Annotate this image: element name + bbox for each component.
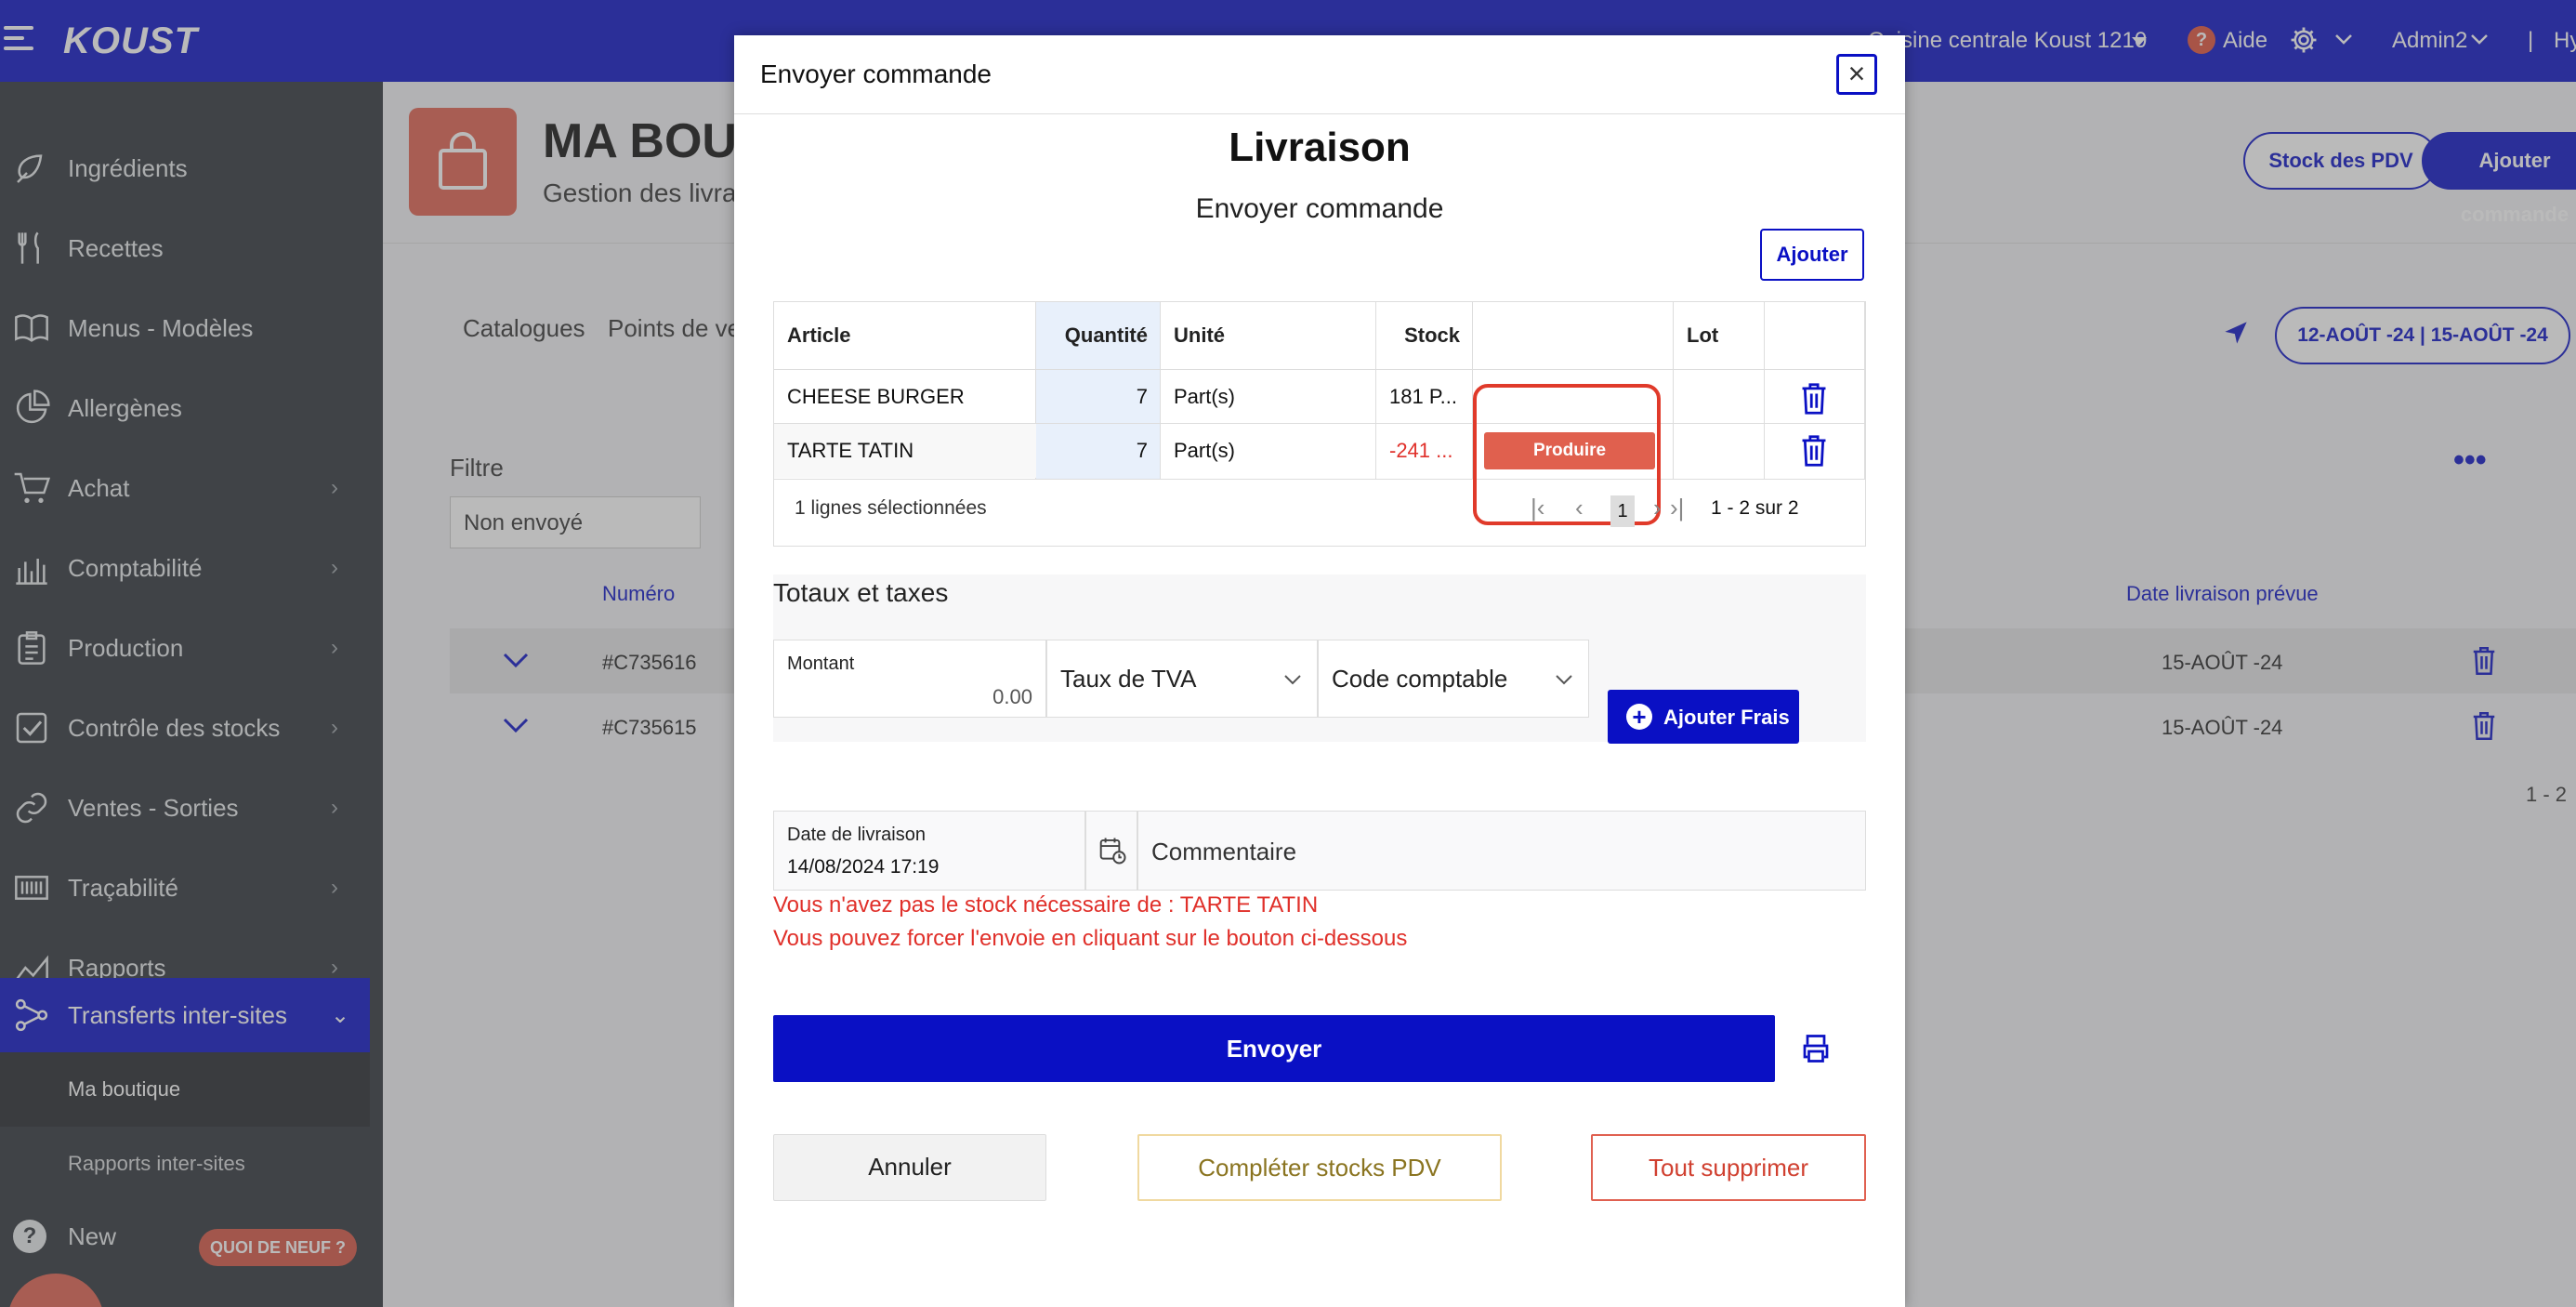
header-action: [1473, 302, 1499, 369]
cancel-button[interactable]: Annuler: [773, 1134, 1046, 1201]
amount-label: Montant: [787, 654, 855, 674]
modal-heading: Livraison: [1229, 125, 1411, 170]
cell-stock-negative: -241 ...: [1389, 439, 1453, 462]
error-message: Vous pouvez forcer l'envoie en cliquant …: [773, 926, 1408, 951]
calendar-button[interactable]: [1085, 811, 1137, 891]
account-code-select[interactable]: Code comptable: [1318, 640, 1589, 718]
error-message: Vous n'avez pas le stock nécessaire de :…: [773, 892, 1319, 918]
send-button[interactable]: Envoyer: [773, 1015, 1775, 1082]
last-page-icon[interactable]: ›|: [1670, 494, 1684, 522]
cell-quantite[interactable]: 7: [1036, 425, 1161, 477]
next-page-icon[interactable]: ›: [1653, 494, 1662, 522]
comment-placeholder: Commentaire: [1151, 838, 1297, 865]
selection-count: 1 lignes sélectionnées: [795, 497, 987, 519]
chevron-down-icon: [1284, 675, 1301, 685]
delivery-date-field[interactable]: Date de livraison 14/08/2024 17:19: [773, 811, 1085, 891]
prev-page-icon[interactable]: ‹: [1575, 494, 1584, 522]
vat-rate-select[interactable]: Taux de TVA: [1046, 640, 1318, 718]
cell-unite[interactable]: Part(s): [1161, 371, 1376, 423]
cell-unite[interactable]: Part(s): [1161, 425, 1376, 477]
current-page[interactable]: 1: [1610, 495, 1635, 527]
print-icon[interactable]: [1799, 1032, 1833, 1065]
add-fees-button[interactable]: + Ajouter Frais: [1608, 690, 1799, 744]
first-page-icon[interactable]: |‹: [1531, 494, 1544, 522]
header-quantite[interactable]: Quantité: [1036, 302, 1161, 369]
close-icon[interactable]: ×: [1836, 54, 1877, 95]
send-order-modal: Envoyer commande × Livraison Envoyer com…: [734, 35, 1905, 1307]
cell-article[interactable]: CHEESE BURGER: [774, 371, 1036, 423]
divider: [734, 113, 1905, 114]
complete-stock-button[interactable]: Compléter stocks PDV: [1137, 1134, 1502, 1201]
delivery-date-value: 14/08/2024 17:19: [787, 856, 940, 878]
delivery-date-label: Date de livraison: [787, 825, 926, 845]
cell-article[interactable]: TARTE TATIN: [774, 425, 1036, 477]
vat-rate-placeholder: Taux de TVA: [1060, 665, 1197, 693]
add-fees-label: Ajouter Frais: [1663, 706, 1790, 729]
modal-subheading: Envoyer commande: [1195, 193, 1444, 224]
header-article[interactable]: Article: [774, 302, 863, 369]
delete-all-button[interactable]: Tout supprimer: [1591, 1134, 1866, 1201]
header-stock[interactable]: Stock: [1376, 302, 1473, 369]
amount-value: 0.00: [992, 685, 1032, 708]
comment-input[interactable]: Commentaire: [1137, 811, 1866, 891]
add-button[interactable]: Ajouter: [1760, 229, 1864, 281]
chevron-down-icon: [1556, 675, 1572, 685]
trash-icon[interactable]: [1798, 382, 1830, 416]
calendar-clock-icon: [1099, 838, 1126, 865]
totals-title: Totaux et taxes: [773, 578, 949, 607]
order-lines-table: Article Quantité Unité Stock Lot CHEESE …: [773, 301, 1866, 547]
amount-field[interactable]: Montant 0.00: [773, 640, 1046, 718]
account-code-placeholder: Code comptable: [1332, 665, 1508, 693]
page-range: 1 - 2 sur 2: [1711, 497, 1799, 519]
cell-quantite[interactable]: 7: [1036, 371, 1161, 423]
header-lot[interactable]: Lot: [1674, 302, 1731, 369]
cell-stock: 181 P...: [1389, 385, 1457, 408]
header-unite[interactable]: Unité: [1161, 302, 1238, 369]
plus-circle-icon: +: [1626, 704, 1652, 730]
modal-title: Envoyer commande: [760, 59, 992, 88]
trash-icon[interactable]: [1798, 434, 1830, 468]
